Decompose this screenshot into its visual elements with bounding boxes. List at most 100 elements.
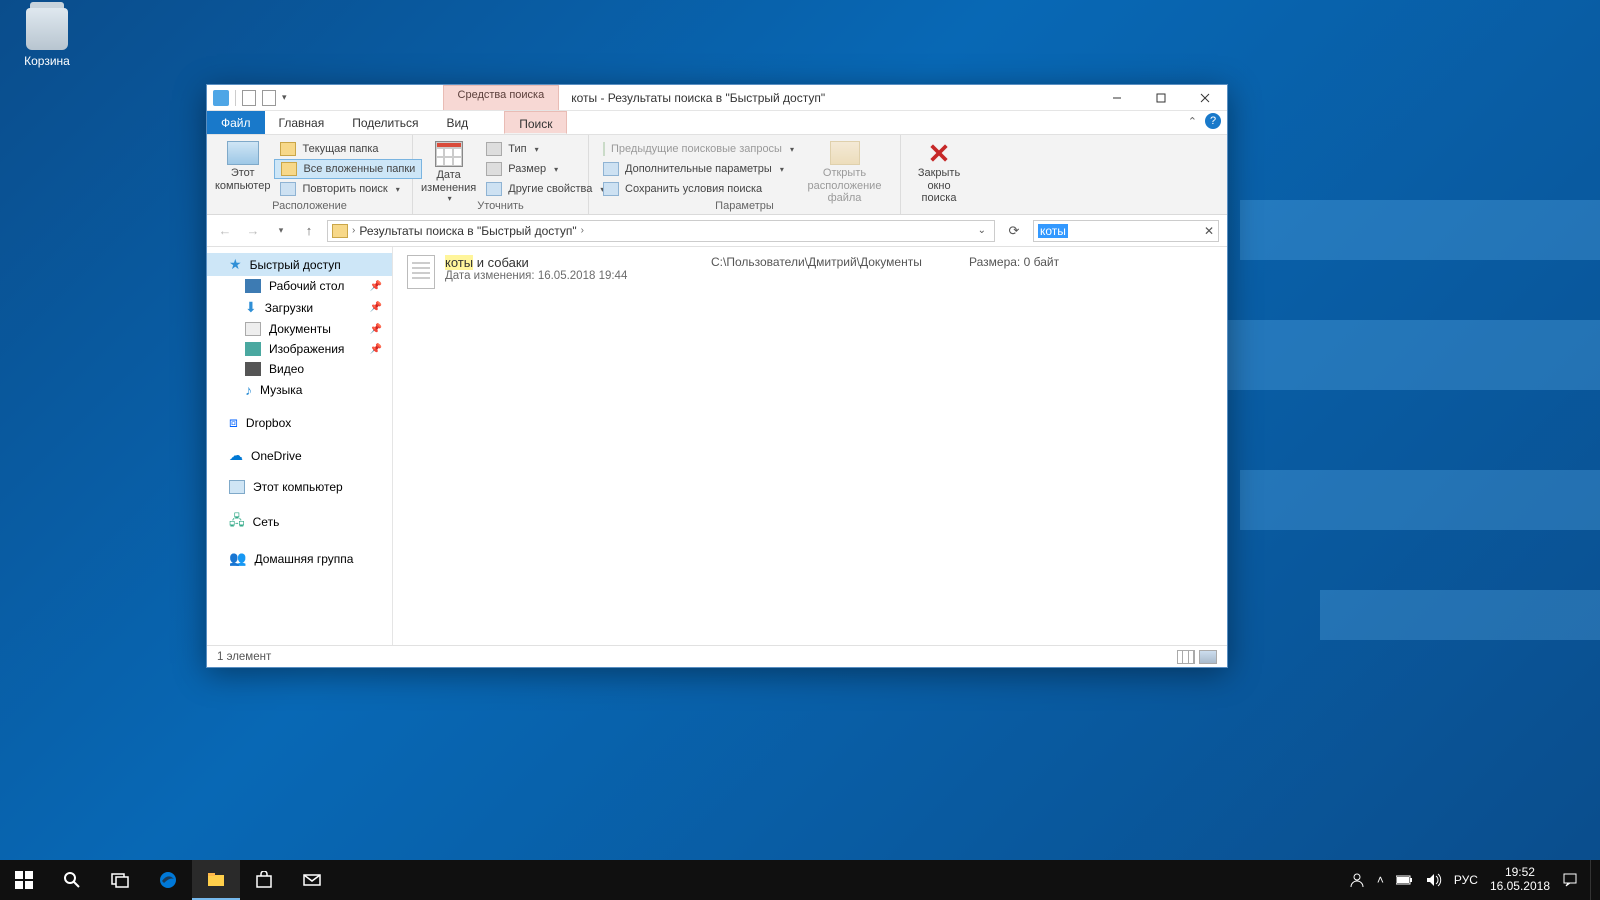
nav-recent-button[interactable]: ▾ <box>271 221 291 241</box>
app-icon[interactable] <box>213 90 229 106</box>
qat-properties-icon[interactable] <box>242 90 256 106</box>
nav-pictures[interactable]: Изображения📌 <box>207 339 392 359</box>
pictures-icon <box>245 342 261 356</box>
save-search-button[interactable]: Сохранить условия поиска <box>597 179 793 199</box>
contextual-tab-label: Средства поиска <box>443 85 560 110</box>
qat-newfolder-icon[interactable] <box>262 90 276 106</box>
nav-quick-access[interactable]: ★Быстрый доступ <box>207 253 392 276</box>
clear-search-icon[interactable]: ✕ <box>1204 224 1214 238</box>
pin-icon: 📌 <box>370 324 382 335</box>
nav-dropbox[interactable]: ⧈Dropbox <box>207 411 392 434</box>
music-icon: ♪ <box>245 382 252 398</box>
result-title: коты и собаки <box>445 255 701 270</box>
properties-icon <box>486 182 502 196</box>
nav-back-button[interactable]: ← <box>215 221 235 241</box>
tray-overflow-icon[interactable]: ˄ <box>1377 873 1384 887</box>
explorer-window: ▾ Средства поиска коты - Результаты поис… <box>206 84 1228 668</box>
titlebar: ▾ Средства поиска коты - Результаты поис… <box>207 85 1227 111</box>
mail-button[interactable] <box>288 860 336 900</box>
clock[interactable]: 19:52 16.05.2018 <box>1490 866 1550 894</box>
history-icon <box>603 142 605 156</box>
status-bar: 1 элемент <box>207 645 1227 667</box>
nav-onedrive[interactable]: ☁OneDrive <box>207 444 392 467</box>
size-icon <box>486 162 502 176</box>
network-icon: 🖧 <box>229 510 245 534</box>
address-field[interactable]: › Результаты поиска в "Быстрый доступ" ›… <box>327 220 995 242</box>
taskbar: ˄ РУС 19:52 16.05.2018 <box>0 860 1600 900</box>
close-search-button[interactable]: Закрыть окно поиска <box>909 137 969 214</box>
search-again-button[interactable]: Повторить поиск▾ <box>274 179 422 199</box>
refresh-button[interactable]: ⟳ <box>1003 223 1025 239</box>
nav-videos[interactable]: Видео <box>207 359 392 379</box>
nav-music[interactable]: ♪Музыка <box>207 379 392 401</box>
address-dropdown-icon[interactable]: ⌄ <box>974 225 990 236</box>
tab-share[interactable]: Поделиться <box>338 111 432 134</box>
nav-this-pc[interactable]: Этот компьютер <box>207 477 392 497</box>
tab-view[interactable]: Вид <box>432 111 482 134</box>
ribbon-tabs: Файл Главная Поделиться Вид Поиск ⌃ ? <box>207 111 1227 135</box>
result-item[interactable]: коты и собаки Дата изменения: 16.05.2018… <box>407 255 1213 289</box>
minimize-button[interactable] <box>1095 85 1139 111</box>
close-x-icon <box>925 141 953 165</box>
volume-icon[interactable] <box>1426 873 1442 887</box>
nav-network[interactable]: 🖧Сеть <box>207 507 392 537</box>
help-icon[interactable]: ? <box>1205 113 1221 129</box>
folder-icon <box>332 224 348 238</box>
explorer-button[interactable] <box>192 860 240 900</box>
tab-home[interactable]: Главная <box>265 111 339 134</box>
item-count: 1 элемент <box>217 651 271 663</box>
close-button[interactable] <box>1183 85 1227 111</box>
tab-file[interactable]: Файл <box>207 111 265 134</box>
store-button[interactable] <box>240 860 288 900</box>
results-pane: коты и собаки Дата изменения: 16.05.2018… <box>393 247 1227 645</box>
maximize-button[interactable] <box>1139 85 1183 111</box>
collapse-ribbon-icon[interactable]: ⌃ <box>1188 115 1197 128</box>
search-input[interactable]: коты ✕ <box>1033 220 1219 242</box>
task-view-button[interactable] <box>96 860 144 900</box>
this-pc-label: Этот компьютер <box>215 167 270 192</box>
nav-pane: ★Быстрый доступ Рабочий стол📌 ⬇Загрузки📌… <box>207 247 393 645</box>
nav-forward-button[interactable]: → <box>243 221 263 241</box>
nav-homegroup[interactable]: 👥Домашняя группа <box>207 547 392 570</box>
action-center-icon[interactable] <box>1562 872 1578 888</box>
download-icon: ⬇ <box>245 299 257 316</box>
system-tray: ˄ РУС 19:52 16.05.2018 <box>1349 860 1600 900</box>
pc-icon <box>229 480 245 494</box>
language-indicator[interactable]: РУС <box>1454 873 1478 887</box>
chevron-right-icon[interactable]: › <box>581 225 584 236</box>
recent-searches-button[interactable]: Предыдущие поисковые запросы▾ <box>597 139 793 159</box>
pin-icon: 📌 <box>370 344 382 355</box>
group-location-label: Расположение <box>207 200 412 212</box>
nav-up-button[interactable]: ↑ <box>299 221 319 241</box>
battery-icon[interactable] <box>1396 874 1414 886</box>
show-desktop-button[interactable] <box>1590 860 1596 900</box>
search-button[interactable] <box>48 860 96 900</box>
clock-time: 19:52 <box>1490 866 1550 880</box>
people-icon[interactable] <box>1349 872 1365 888</box>
nav-documents[interactable]: Документы📌 <box>207 319 392 339</box>
current-folder-button[interactable]: Текущая папка <box>274 139 422 159</box>
result-date: Дата изменения: 16.05.2018 19:44 <box>445 270 701 282</box>
calendar-icon <box>435 141 463 167</box>
advanced-options-button[interactable]: Дополнительные параметры▾ <box>597 159 793 179</box>
ribbon: Этот компьютер Текущая папка Все вложенн… <box>207 135 1227 215</box>
pin-icon: 📌 <box>370 302 382 313</box>
pc-icon <box>227 141 259 165</box>
qat-customize-icon[interactable]: ▾ <box>282 92 287 103</box>
tab-search[interactable]: Поиск <box>504 111 567 134</box>
nav-downloads[interactable]: ⬇Загрузки📌 <box>207 296 392 319</box>
search-query-text: коты <box>1038 224 1068 238</box>
folder-tree-icon <box>281 162 297 176</box>
all-subfolders-button[interactable]: Все вложенные папки <box>274 159 422 179</box>
chevron-right-icon[interactable]: › <box>352 225 355 236</box>
start-button[interactable] <box>0 860 48 900</box>
view-details-button[interactable] <box>1177 650 1195 664</box>
recycle-bin[interactable]: Корзина <box>8 8 86 68</box>
close-search-label: Закрыть окно поиска <box>909 167 969 205</box>
nav-desktop[interactable]: Рабочий стол📌 <box>207 276 392 296</box>
save-icon <box>603 182 619 196</box>
breadcrumb-segment[interactable]: Результаты поиска в "Быстрый доступ" <box>359 224 576 238</box>
edge-button[interactable] <box>144 860 192 900</box>
view-large-icons-button[interactable] <box>1199 650 1217 664</box>
chevron-down-icon: ▾ <box>396 185 400 194</box>
